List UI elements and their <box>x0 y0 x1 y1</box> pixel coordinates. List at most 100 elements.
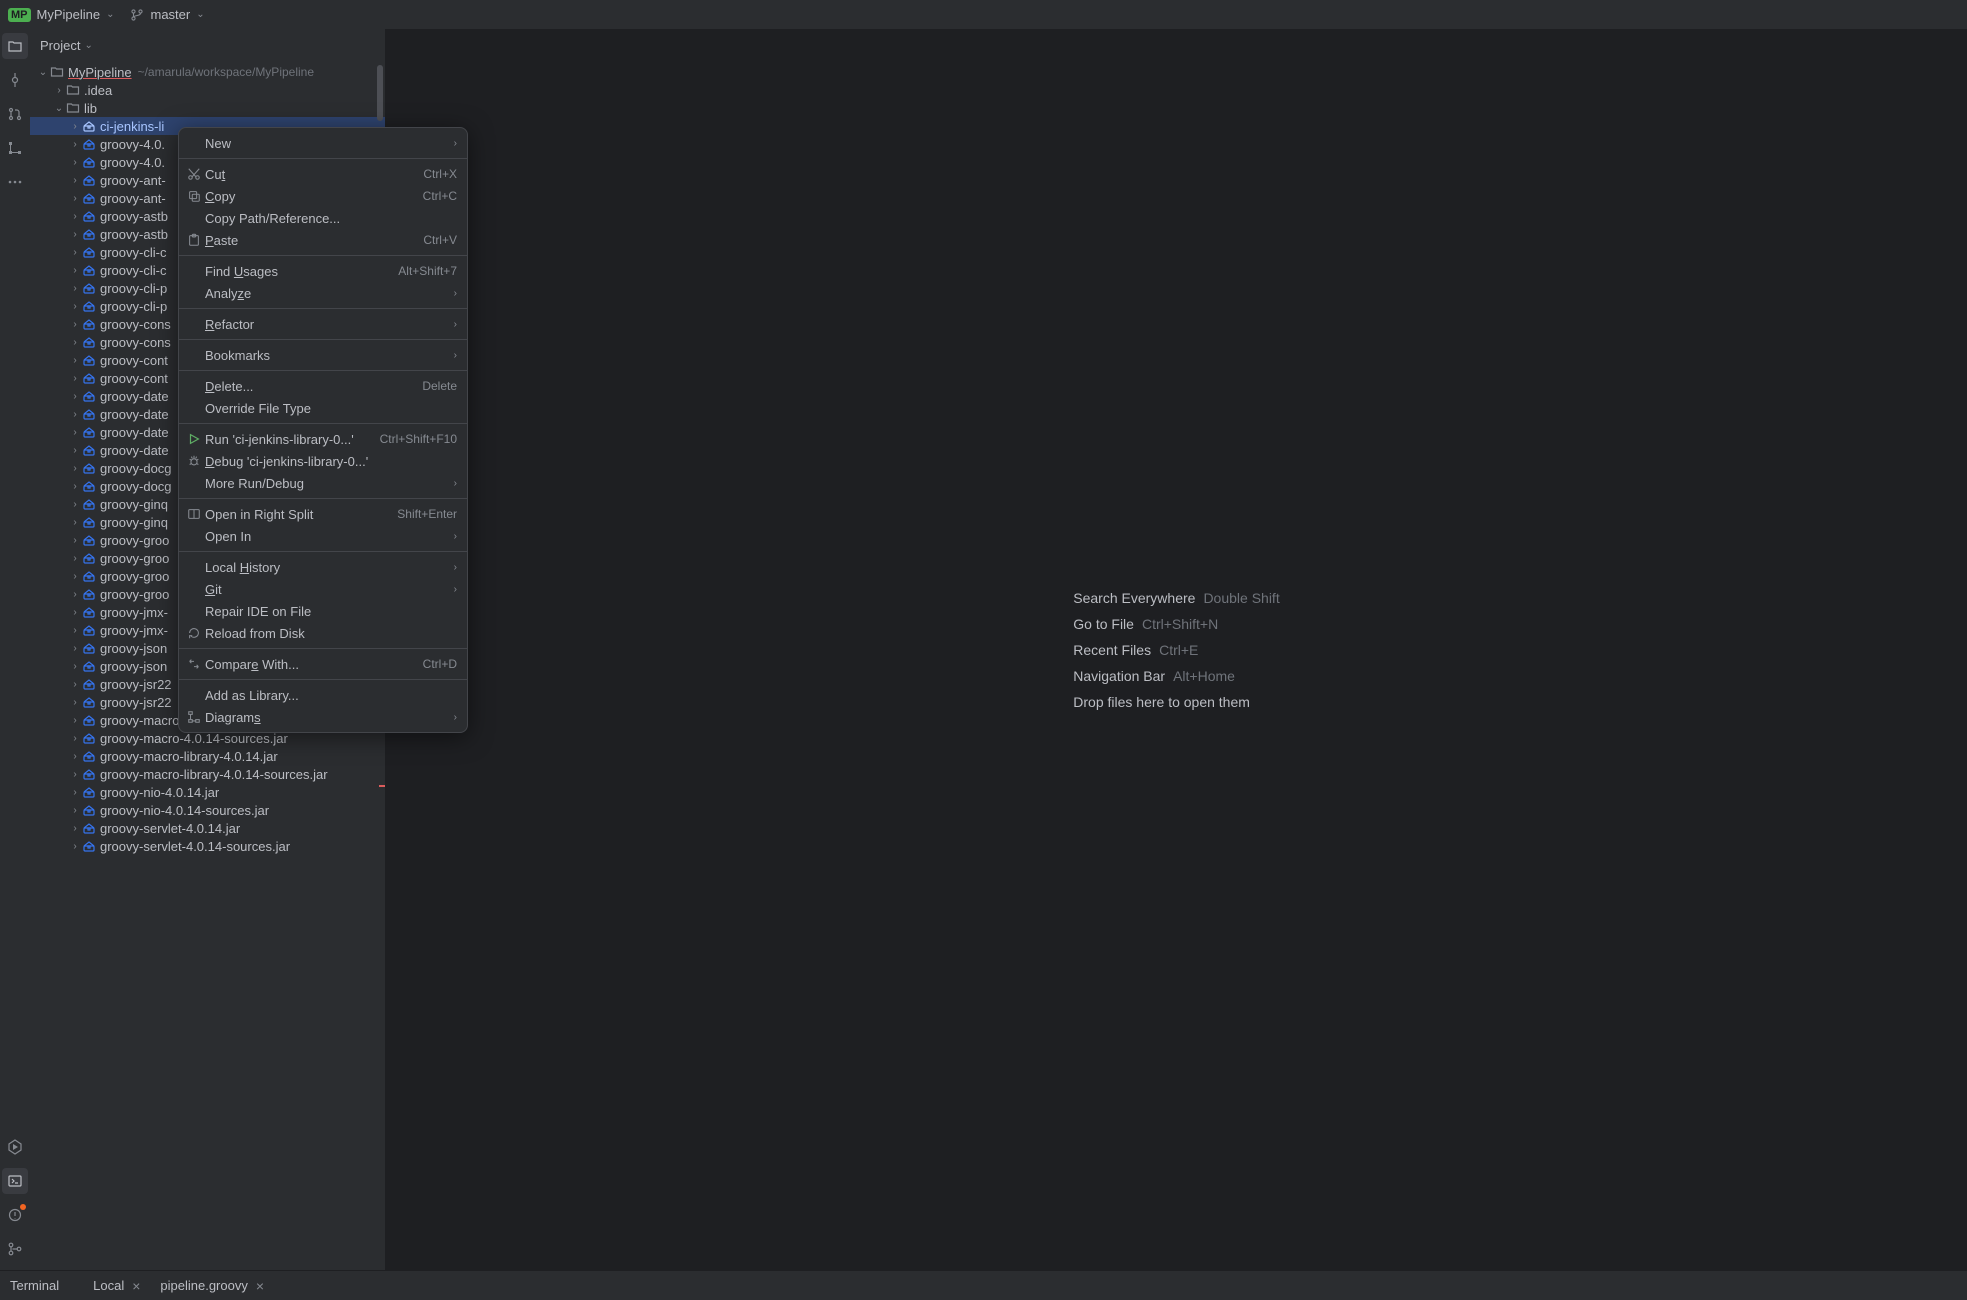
expand-icon[interactable]: › <box>68 229 82 240</box>
vcs-tool-button[interactable] <box>2 1236 28 1262</box>
menu-item[interactable]: Find UsagesAlt+Shift+7 <box>179 260 467 282</box>
menu-item[interactable]: Run 'ci-jenkins-library-0...'Ctrl+Shift+… <box>179 428 467 450</box>
menu-item[interactable]: Open in Right SplitShift+Enter <box>179 503 467 525</box>
menu-item[interactable]: CutCtrl+X <box>179 163 467 185</box>
expand-icon[interactable]: › <box>68 535 82 546</box>
expand-icon[interactable]: › <box>68 175 82 186</box>
menu-item[interactable]: PasteCtrl+V <box>179 229 467 251</box>
expand-icon[interactable]: › <box>68 463 82 474</box>
expand-icon[interactable]: › <box>68 247 82 258</box>
expand-icon[interactable]: › <box>68 679 82 690</box>
expand-icon[interactable]: › <box>52 85 66 96</box>
expand-icon[interactable]: › <box>68 139 82 150</box>
expand-icon[interactable]: › <box>68 769 82 780</box>
menu-item[interactable]: Bookmarks› <box>179 344 467 366</box>
expand-icon[interactable]: › <box>68 121 82 132</box>
expand-icon[interactable]: › <box>68 571 82 582</box>
tree-item[interactable]: ›groovy-servlet-4.0.14.jar <box>30 819 385 837</box>
expand-icon[interactable]: › <box>68 445 82 456</box>
tree-folder-lib[interactable]: ⌄ lib <box>30 99 385 117</box>
expand-icon[interactable]: › <box>68 283 82 294</box>
context-menu[interactable]: New› CutCtrl+XCopyCtrl+CCopy Path/Referen… <box>178 127 468 733</box>
expand-icon[interactable]: › <box>68 517 82 528</box>
expand-icon[interactable]: › <box>68 643 82 654</box>
close-icon[interactable]: × <box>256 1278 264 1294</box>
menu-item[interactable]: Override File Type <box>179 397 467 419</box>
expand-icon[interactable]: › <box>68 823 82 834</box>
expand-icon[interactable]: › <box>68 715 82 726</box>
tree-item-label: groovy-astb <box>100 227 168 242</box>
expand-icon[interactable]: › <box>68 841 82 852</box>
menu-item[interactable]: Compare With...Ctrl+D <box>179 653 467 675</box>
menu-item[interactable]: Add as Library... <box>179 684 467 706</box>
menu-item[interactable]: Diagrams› <box>179 706 467 728</box>
expand-icon[interactable]: › <box>68 265 82 276</box>
menu-item[interactable]: Open In› <box>179 525 467 547</box>
expand-icon[interactable]: › <box>68 499 82 510</box>
expand-icon[interactable]: › <box>68 805 82 816</box>
editor-area[interactable]: Search EverywhereDouble Shift Go to File… <box>386 29 1967 1270</box>
tree-root[interactable]: ⌄ MyPipeline ~/amarula/workspace/MyPipel… <box>30 63 385 81</box>
expand-icon[interactable]: › <box>68 301 82 312</box>
menu-item[interactable]: Local History› <box>179 556 467 578</box>
expand-icon[interactable]: › <box>68 373 82 384</box>
expand-icon[interactable]: › <box>68 481 82 492</box>
expand-icon[interactable]: › <box>68 589 82 600</box>
expand-icon[interactable]: › <box>68 697 82 708</box>
expand-icon[interactable]: › <box>68 553 82 564</box>
expand-icon[interactable]: › <box>68 193 82 204</box>
expand-icon[interactable]: › <box>68 157 82 168</box>
terminal-tab-pipeline[interactable]: pipeline.groovy × <box>150 1278 274 1294</box>
menu-item[interactable]: More Run/Debug› <box>179 472 467 494</box>
scrollbar-thumb[interactable] <box>377 65 383 121</box>
menu-item[interactable]: Delete...Delete <box>179 375 467 397</box>
menu-item[interactable]: Git› <box>179 578 467 600</box>
menu-item[interactable]: New› <box>179 132 467 154</box>
expand-icon[interactable]: › <box>68 607 82 618</box>
expand-icon[interactable]: › <box>68 391 82 402</box>
tree-item[interactable]: ›groovy-nio-4.0.14-sources.jar <box>30 801 385 819</box>
expand-icon[interactable]: › <box>68 787 82 798</box>
menu-item[interactable]: Repair IDE on File <box>179 600 467 622</box>
project-selector[interactable]: MP MyPipeline ⌄ <box>8 7 114 22</box>
commit-tool-button[interactable] <box>2 67 28 93</box>
tree-item[interactable]: ›groovy-servlet-4.0.14-sources.jar <box>30 837 385 855</box>
menu-item[interactable]: Refactor› <box>179 313 467 335</box>
tree-item[interactable]: ›groovy-nio-4.0.14.jar <box>30 783 385 801</box>
terminal-tab-local[interactable]: Local × <box>83 1278 150 1294</box>
expand-icon[interactable]: › <box>68 427 82 438</box>
expand-icon[interactable]: ⌄ <box>36 67 50 78</box>
menu-label: Copy <box>203 189 423 204</box>
close-icon[interactable]: × <box>132 1278 140 1294</box>
tree-folder-idea[interactable]: › .idea <box>30 81 385 99</box>
expand-icon[interactable]: › <box>68 409 82 420</box>
menu-item[interactable]: Debug 'ci-jenkins-library-0...' <box>179 450 467 472</box>
expand-icon[interactable]: ⌄ <box>52 103 66 114</box>
menu-item[interactable]: Analyze› <box>179 282 467 304</box>
expand-icon[interactable]: › <box>68 661 82 672</box>
run-tool-button[interactable] <box>2 1134 28 1160</box>
menu-item[interactable]: Copy Path/Reference... <box>179 207 467 229</box>
expand-icon[interactable]: › <box>68 211 82 222</box>
expand-icon[interactable]: › <box>68 625 82 636</box>
expand-icon[interactable]: › <box>68 733 82 744</box>
branch-selector[interactable]: master ⌄ <box>130 7 204 22</box>
pull-request-icon <box>7 106 23 122</box>
terminal-label[interactable]: Terminal <box>10 1278 59 1293</box>
expand-icon[interactable]: › <box>68 337 82 348</box>
expand-icon[interactable]: › <box>68 355 82 366</box>
tree-item[interactable]: ›groovy-macro-library-4.0.14-sources.jar <box>30 765 385 783</box>
tree-item-label: groovy-groo <box>100 551 169 566</box>
menu-item[interactable]: CopyCtrl+C <box>179 185 467 207</box>
more-tools-button[interactable] <box>2 169 28 195</box>
structure-tool-button[interactable] <box>2 135 28 161</box>
tree-item[interactable]: ›groovy-macro-library-4.0.14.jar <box>30 747 385 765</box>
menu-item[interactable]: Reload from Disk <box>179 622 467 644</box>
expand-icon[interactable]: › <box>68 751 82 762</box>
terminal-tool-button[interactable] <box>2 1168 28 1194</box>
project-header[interactable]: Project ⌄ <box>30 29 385 61</box>
problems-tool-button[interactable] <box>2 1202 28 1228</box>
pull-requests-button[interactable] <box>2 101 28 127</box>
expand-icon[interactable]: › <box>68 319 82 330</box>
project-tool-button[interactable] <box>2 33 28 59</box>
